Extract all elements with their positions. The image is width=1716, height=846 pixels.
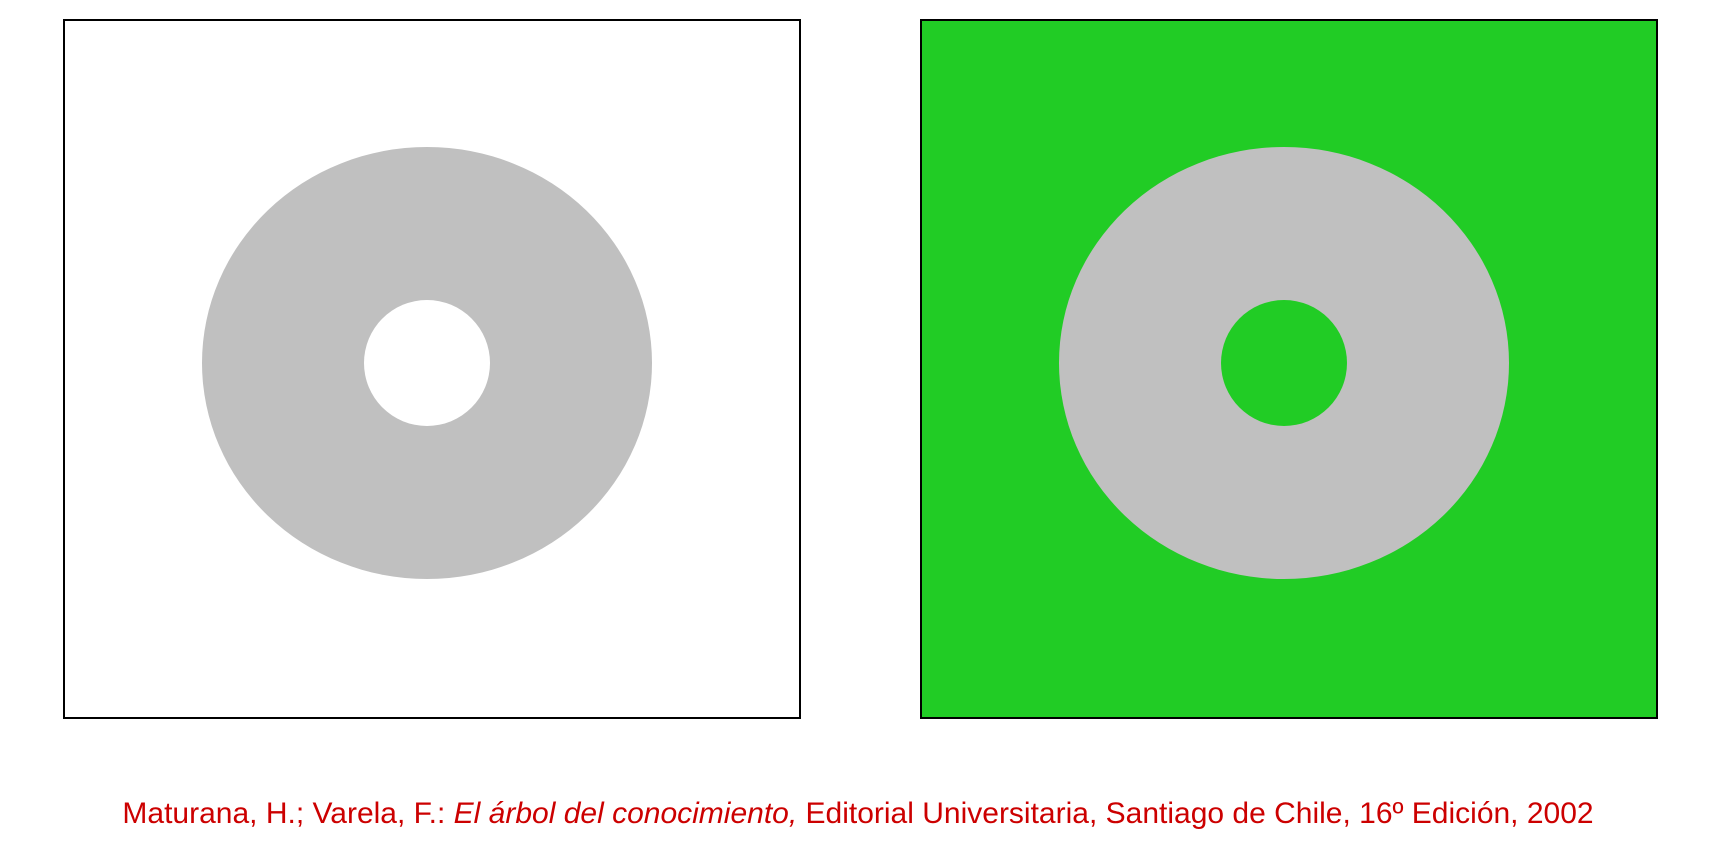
citation: Maturana, H.; Varela, F.: El árbol del c… — [0, 796, 1716, 832]
white-center-dot — [364, 300, 490, 426]
green-ring-figure — [922, 21, 1656, 717]
citation-title: El árbol del conocimiento, — [453, 797, 798, 830]
white-panel — [63, 19, 801, 719]
citation-publisher: Editorial Universitaria, Santiago de Chi… — [797, 797, 1594, 830]
white-ring-figure — [65, 21, 799, 717]
green-center-dot — [1221, 300, 1347, 426]
green-panel — [920, 19, 1658, 719]
citation-authors: Maturana, H.; Varela, F.: — [122, 797, 454, 830]
